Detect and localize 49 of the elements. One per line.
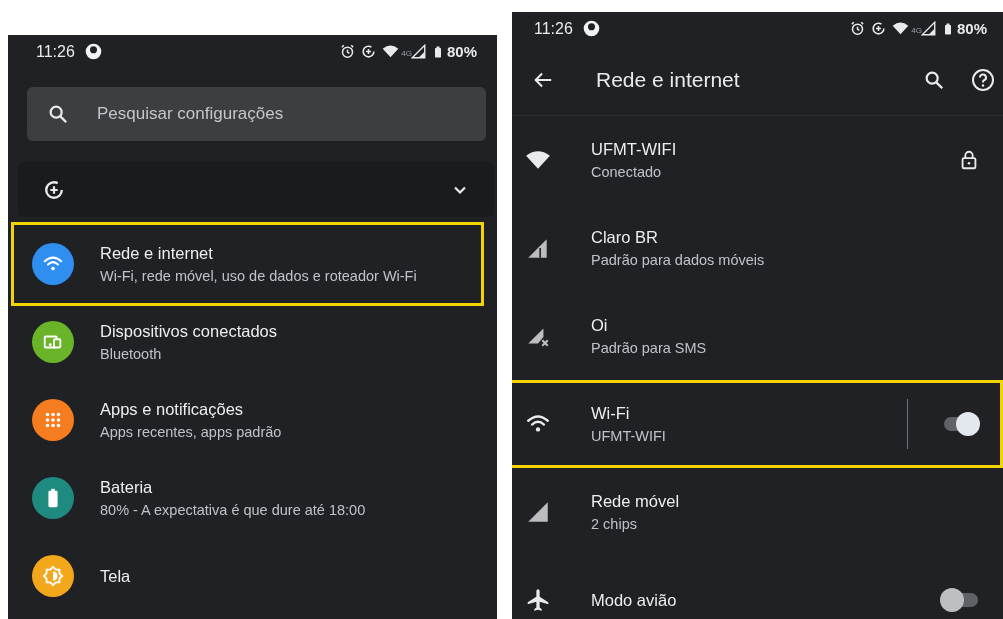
clock-time: 11:26 xyxy=(36,42,75,61)
item-subtitle: Bluetooth xyxy=(100,346,163,362)
toggle-switch[interactable] xyxy=(940,588,980,612)
clock-time: 11:26 xyxy=(534,19,573,38)
network-type: 4G xyxy=(911,26,922,35)
data-saver-icon xyxy=(871,21,887,36)
airplane-icon xyxy=(525,587,551,613)
network-type: 4G xyxy=(401,49,412,58)
item-title: Dispositivos conectados xyxy=(100,322,277,341)
item-title: Tela xyxy=(100,566,131,586)
wifi-icon xyxy=(382,43,400,60)
item-subtitle: Padrão para dados móveis xyxy=(591,252,766,268)
search-field[interactable]: Pesquisar configurações xyxy=(27,87,486,141)
item-title: Modo avião xyxy=(591,590,678,610)
wifi-icon xyxy=(892,20,910,37)
settings-item[interactable]: Claro BR Padrão para dados móveis xyxy=(512,204,1003,292)
alarm-icon xyxy=(340,44,356,59)
item-title: Bateria xyxy=(100,478,154,497)
help-icon xyxy=(971,68,995,92)
settings-item[interactable]: Rede e internet Wi-Fi, rede móvel, uso de dados e roteador Wi-Fi xyxy=(11,222,484,306)
item-title: Rede e internet xyxy=(100,244,214,263)
item-subtitle: 80% - A expectativa é que dure até 18:00 xyxy=(100,502,366,518)
item-title: UFMT-WIFI xyxy=(591,140,678,159)
alarm-icon xyxy=(850,21,866,36)
item-subtitle: 2 chips xyxy=(591,516,638,532)
item-subtitle: Apps recentes, apps padrão xyxy=(100,424,282,440)
item-subtitle: UFMT-WIFI xyxy=(591,428,667,444)
item-subtitle: Conectado xyxy=(591,164,663,180)
signal-icon xyxy=(410,44,426,59)
item-title: Wi-Fi xyxy=(591,404,631,423)
settings-item[interactable]: Wi-Fi UFMT-WIFI xyxy=(512,380,1003,468)
search-icon xyxy=(47,103,69,125)
settings-item[interactable]: Oi Padrão para SMS xyxy=(512,292,1003,380)
search-icon xyxy=(923,69,945,91)
item-title: Claro BR xyxy=(591,228,659,247)
signal-icon xyxy=(920,21,936,36)
item-subtitle: Wi-Fi, rede móvel, uso de dados e roteador Wi-Fi xyxy=(100,268,417,284)
data-saver-icon xyxy=(43,178,65,201)
item-title: Apps e notificações xyxy=(100,400,245,419)
item-title: Rede móvel xyxy=(591,492,681,511)
battery-level: 80% xyxy=(446,43,477,60)
data-saver-icon xyxy=(361,44,377,59)
page-title: Rede e internet xyxy=(596,68,741,92)
item-title: Oi xyxy=(591,316,609,335)
settings-item[interactable]: UFMT-WIFI Conectado xyxy=(512,116,1003,204)
battery-level: 80% xyxy=(956,20,987,37)
settings-item[interactable]: Rede móvel 2 chips xyxy=(512,468,1003,556)
item-subtitle: Padrão para SMS xyxy=(591,340,708,356)
settings-item[interactable]: Modo avião xyxy=(512,556,1003,619)
